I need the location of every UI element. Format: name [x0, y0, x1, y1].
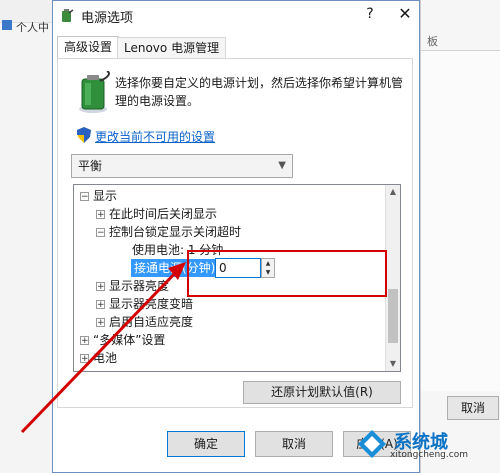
tree-node-console-lock-timeout[interactable]: − 控制台锁定显示关闭超时 [96, 223, 241, 241]
power-battery-icon [79, 71, 110, 113]
power-plan-select[interactable]: 平衡 ▼ [71, 154, 293, 178]
ok-button[interactable]: 确定 [167, 431, 245, 457]
close-button[interactable]: ✕ [393, 3, 417, 25]
power-plan-value: 平衡 [78, 159, 103, 173]
background-cancel-button[interactable]: 取消 [447, 396, 499, 420]
expand-icon[interactable]: + [96, 210, 105, 220]
expand-icon[interactable]: + [80, 354, 89, 364]
tab-lenovo-power[interactable]: Lenovo 电源管理 [117, 37, 227, 59]
scroll-thumb[interactable] [388, 289, 398, 343]
background-window-right: 板 取消 [420, 0, 500, 473]
tree-node-multimedia[interactable]: + “多媒体”设置 [80, 331, 165, 349]
tree-node-dimmed-brightness[interactable]: + 显示器亮度变暗 [96, 295, 193, 313]
cancel-button[interactable]: 取消 [255, 431, 333, 457]
watermark: 系统城 xitongcheng.com [350, 418, 500, 473]
collapse-icon[interactable]: − [96, 228, 105, 238]
help-button[interactable]: ? [359, 4, 381, 24]
tree-node-battery[interactable]: + 电池 [80, 349, 117, 367]
change-settings-link[interactable]: 更改当前不可用的设置 [95, 128, 215, 145]
watermark-logo-icon [358, 430, 386, 458]
tree-node-turn-off-display[interactable]: + 在此时间后关闭显示 [96, 205, 217, 223]
background-item-label: 个人中 [16, 21, 49, 34]
power-options-dialog: 电源选项 ? ✕ 高级设置 Lenovo 电源管理 选择你要自定义的电源计划，然… [52, 0, 420, 473]
expand-icon[interactable]: + [96, 318, 105, 328]
scroll-up-icon[interactable]: ▲ [386, 185, 400, 199]
expand-icon[interactable]: + [80, 336, 89, 346]
restore-defaults-button[interactable]: 还原计划默认值(R) [243, 381, 401, 404]
paw-icon [2, 20, 12, 30]
annotation-highlight-box [187, 250, 387, 297]
background-window-left: 个人中 [0, 0, 53, 473]
description-text: 选择你要自定义的电源计划，然后选择你希望计算机管理的电源设置。 [115, 76, 404, 108]
watermark-url: xitongcheng.com [390, 450, 468, 460]
battery-plug-icon [62, 9, 74, 22]
uac-shield-icon [77, 127, 91, 143]
chevron-down-icon: ▼ [278, 160, 286, 171]
expand-icon[interactable]: + [96, 282, 105, 292]
title-bar[interactable]: 电源选项 ? ✕ [53, 1, 419, 29]
background-panel [421, 50, 500, 391]
tree-node-adaptive-brightness[interactable]: + 启用自适应亮度 [96, 313, 193, 331]
tab-advanced-settings[interactable]: 高级设置 [57, 36, 120, 60]
tree-node-display[interactable]: − 显示 [80, 187, 117, 205]
tree-node-display-brightness[interactable]: + 显示器亮度 [96, 277, 169, 295]
expand-icon[interactable]: + [96, 300, 105, 310]
collapse-icon[interactable]: − [80, 192, 89, 202]
background-item[interactable]: 个人中 [0, 16, 52, 38]
dialog-title: 电源选项 [81, 11, 134, 26]
background-panel-label: 板 [427, 35, 438, 48]
scroll-down-icon[interactable]: ▼ [386, 357, 400, 371]
tree-scrollbar[interactable]: ▲ ▼ [385, 185, 400, 371]
